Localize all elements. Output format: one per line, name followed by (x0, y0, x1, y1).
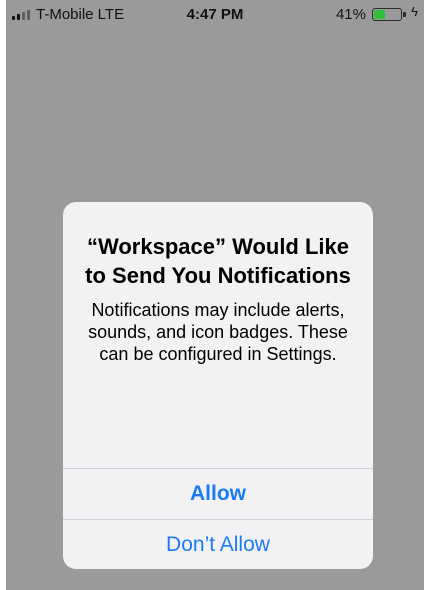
allow-button[interactable]: Allow (63, 469, 373, 519)
battery-icon (372, 8, 402, 21)
dont-allow-button[interactable]: Don’t Allow (63, 520, 373, 569)
battery-terminal (403, 12, 406, 17)
phone-screen: T-Mobile LTE 4:47 PM 41% ϟ “Workspace” W… (0, 0, 428, 590)
battery-percentage: 41% (335, 6, 366, 23)
alert-title: “Workspace” Would Like to Send You Notif… (85, 234, 351, 288)
alert-content: “Workspace” Would Like to Send You Notif… (63, 202, 373, 468)
notification-permission-alert: “Workspace” Would Like to Send You Notif… (63, 202, 373, 569)
status-bar: T-Mobile LTE 4:47 PM 41% ϟ (6, 0, 424, 28)
alert-message: Notifications may include alerts, sounds… (88, 300, 348, 364)
lightning-bolt-icon: ϟ (411, 4, 418, 19)
battery-level-fill (374, 10, 385, 19)
